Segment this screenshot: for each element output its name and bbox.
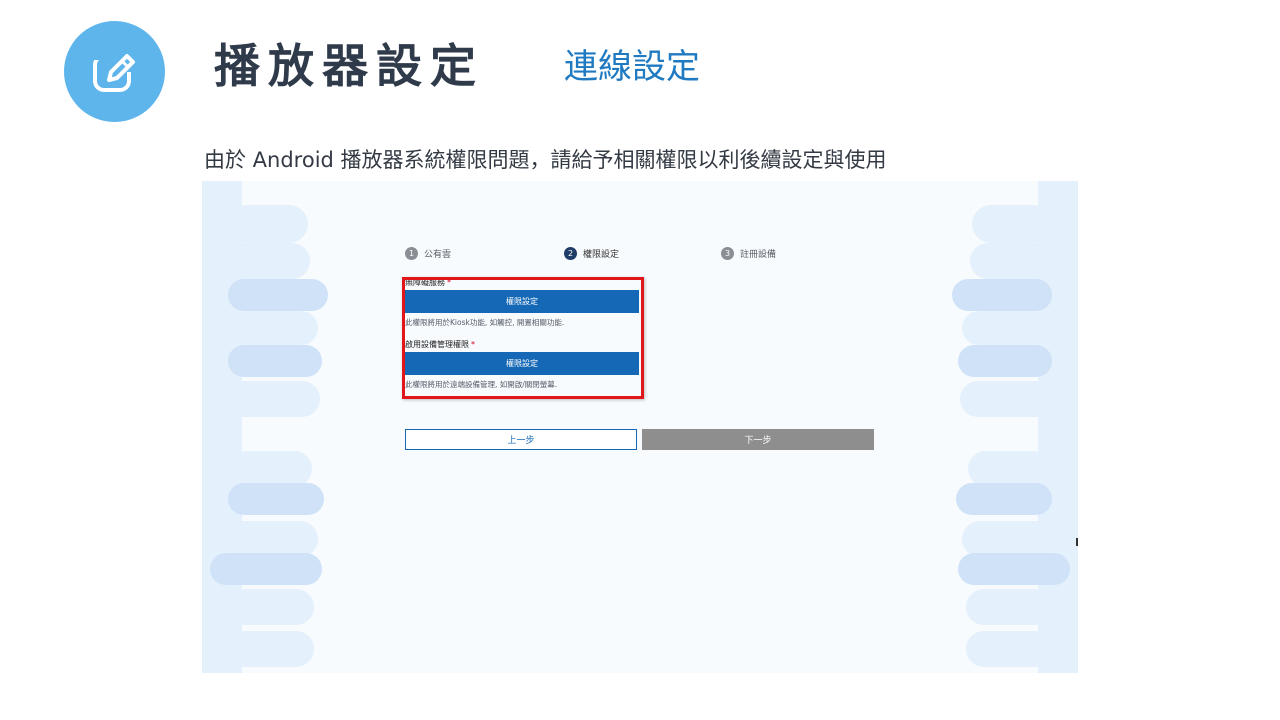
page-description: 由於 Android 播放器系統權限問題，請給予相關權限以利後續設定與使用 [204, 148, 887, 172]
next-step-button[interactable]: 下一步 [642, 429, 874, 450]
required-mark: * [447, 278, 451, 287]
step-register-device: 3 註冊設備 [721, 247, 776, 260]
device-admin-permission-label: 啟用設備管理權限 * [405, 338, 639, 352]
step-number: 3 [721, 247, 734, 260]
edit-icon [90, 47, 139, 92]
wave-decoration-right [952, 181, 1078, 673]
page-subtitle: 連線設定 [564, 47, 700, 87]
accessibility-permission-button[interactable]: 權限設定 [405, 290, 639, 313]
accessibility-permission-label: 無障礙服務 * [405, 276, 639, 290]
edge-marker [1076, 538, 1078, 546]
step-number: 1 [405, 247, 418, 260]
page-title: 播放器設定 [214, 39, 484, 93]
step-public-cloud: 1 公有雲 [405, 247, 451, 260]
accessibility-permission-hint: 此權限將用於Kiosk功能, 如觸控, 開置相關功能. [405, 318, 565, 327]
step-label: 註冊設備 [740, 250, 777, 260]
embedded-screenshot: 1 公有雲 2 權限設定 3 註冊設備 無障礙服務 * 權限設定 此權限將用於Ki… [202, 181, 1078, 673]
step-label: 權限設定 [583, 250, 620, 260]
step-number: 2 [564, 247, 577, 260]
edit-badge [64, 21, 165, 122]
required-mark: * [471, 340, 475, 349]
step-label: 公有雲 [424, 250, 452, 260]
wave-decoration-left [202, 181, 328, 673]
permission-label-text: 啟用設備管理權限 [405, 340, 469, 349]
permission-label-text: 無障礙服務 [405, 278, 445, 287]
device-admin-permission-hint: 此權限將用於遠端設備管理, 如開啟/關閉螢幕. [405, 380, 558, 389]
previous-step-button[interactable]: 上一步 [405, 429, 637, 450]
step-permission-settings: 2 權限設定 [564, 247, 619, 260]
device-admin-permission-button[interactable]: 權限設定 [405, 352, 639, 375]
permission-list: 無障礙服務 * 權限設定 此權限將用於Kiosk功能, 如觸控, 開置相關功能. … [405, 276, 639, 395]
